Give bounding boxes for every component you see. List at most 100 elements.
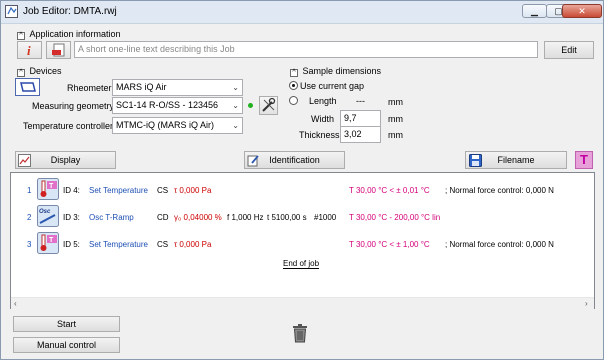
- devices-header[interactable]: ^ Devices: [17, 66, 62, 77]
- radio-dot: [292, 84, 295, 87]
- geometry-value: SC1-14 R-O/SS - 123456: [116, 100, 219, 110]
- device-parallelogram-icon: [20, 82, 36, 92]
- step-number: 3: [27, 240, 32, 249]
- step-name: Osc T-Ramp: [89, 213, 134, 222]
- svg-text:i: i: [27, 43, 31, 58]
- thickness-input[interactable]: 3,02: [340, 126, 381, 143]
- rheometer-label: Rheometer: [67, 83, 112, 93]
- job-editor-app-icon: [5, 5, 18, 18]
- scroll-right-icon[interactable]: ›: [585, 299, 588, 308]
- devices-title: Devices: [29, 66, 62, 76]
- step-time: t 5100,00 s: [267, 213, 307, 222]
- width-unit: mm: [388, 114, 403, 124]
- step-id: ID 5:: [63, 240, 80, 249]
- step-value: τ 0,000 Pa: [174, 186, 212, 195]
- step-value: γ₀ 0,04000 %: [174, 213, 222, 222]
- end-of-job-marker[interactable]: End of job: [283, 259, 320, 269]
- geometry-tool-button[interactable]: [259, 96, 278, 115]
- start-button[interactable]: Start: [13, 316, 120, 332]
- list-item[interactable]: 3 T ID 5: Set Temperature CS τ 0,000 Pa …: [11, 232, 594, 256]
- list-item[interactable]: 2 Osc ID 3: Osc T-Ramp CD γ₀ 0,04000 % f…: [11, 205, 594, 229]
- job-editor-window: Job Editor: DMTA.rwj ▁ ▢ ✕ ^ Application…: [0, 0, 604, 360]
- step-name: Set Temperature: [89, 186, 148, 195]
- step-mode: CD: [157, 213, 169, 222]
- display-label: Display: [50, 155, 81, 165]
- title-bar: Job Editor: DMTA.rwj ▁ ▢ ✕: [1, 1, 603, 24]
- identification-label: Identification: [269, 155, 320, 165]
- step-temperature: T 30,00 °C < ± 1,00 °C: [349, 240, 430, 249]
- display-button[interactable]: Display: [15, 151, 116, 169]
- collapse-icon[interactable]: ^: [290, 69, 298, 77]
- oscillation-step-icon: Osc: [37, 205, 59, 227]
- geometry-select[interactable]: SC1-14 R-O/SS - 123456 ⌄: [112, 97, 243, 114]
- step-temperature: T 30,00 °C < ± 0,01 °C: [349, 186, 430, 195]
- step-normal-force: ; Normal force control: 0,000 N: [445, 186, 554, 195]
- app-info-title: Application information: [29, 29, 121, 39]
- chevron-down-icon: ⌄: [232, 83, 239, 92]
- job-step-list[interactable]: 1 T ID 4: Set Temperature CS τ 0,000 Pa …: [10, 172, 595, 309]
- info-icon: i: [27, 43, 31, 58]
- close-button[interactable]: ✕: [562, 4, 602, 18]
- sample-header[interactable]: ^ Sample dimensions: [290, 66, 381, 77]
- edit-pencil-icon: [247, 155, 259, 167]
- step-normal-force: ; Normal force control: 0,000 N: [445, 240, 554, 249]
- description-input[interactable]: A short one-line text describing this Jo…: [74, 41, 538, 58]
- thickness-unit: mm: [388, 130, 403, 140]
- minimize-icon: ▁: [531, 5, 538, 16]
- step-temperature: T 30,00 °C - 200,00 °C lin: [349, 213, 441, 222]
- template-t-icon: T: [580, 152, 588, 167]
- collapse-icon[interactable]: ^: [17, 69, 25, 77]
- step-id: ID 4:: [63, 186, 80, 195]
- horizontal-scrollbar[interactable]: ‹ ›: [11, 297, 594, 309]
- tc-select[interactable]: MTMC-iQ (MARS iQ Air) ⌄: [112, 117, 243, 134]
- device-select-button[interactable]: [15, 78, 40, 96]
- filename-button[interactable]: Filename: [465, 151, 567, 169]
- pdf-document-icon: [52, 43, 65, 57]
- svg-text:T: T: [49, 237, 54, 244]
- list-item[interactable]: 1 T ID 4: Set Temperature CS τ 0,000 Pa …: [11, 178, 594, 202]
- step-mode: CS: [157, 186, 169, 195]
- pdf-button[interactable]: [46, 41, 71, 59]
- tc-value: MTMC-iQ (MARS iQ Air): [116, 120, 214, 130]
- step-mode: CS: [157, 240, 169, 249]
- save-disk-icon: [469, 154, 482, 167]
- thermometer-step-icon: T: [37, 178, 59, 200]
- chevron-down-icon: ⌄: [232, 121, 239, 130]
- filename-label: Filename: [497, 155, 535, 165]
- step-number: 2: [27, 213, 32, 222]
- chart-icon: [18, 154, 31, 167]
- step-value: τ 0,000 Pa: [174, 240, 212, 249]
- length-label: Length: [309, 96, 337, 106]
- minimize-button[interactable]: ▁: [522, 4, 547, 18]
- svg-text:Osc: Osc: [39, 209, 51, 215]
- step-frequency: f 1,000 Hz: [227, 213, 264, 222]
- collapse-icon[interactable]: ^: [17, 32, 25, 40]
- length-unit: mm: [388, 97, 403, 107]
- step-name: Set Temperature: [89, 240, 148, 249]
- thermometer-step-icon: T: [37, 232, 59, 254]
- chevron-down-icon: ⌄: [232, 101, 239, 110]
- tc-label: Temperature controller: [23, 121, 114, 131]
- window-title: Job Editor: DMTA.rwj: [23, 6, 117, 17]
- edit-button[interactable]: Edit: [544, 41, 594, 59]
- template-t-button[interactable]: T: [575, 151, 593, 169]
- scroll-left-icon[interactable]: ‹: [14, 299, 17, 308]
- use-gap-label: Use current gap: [300, 81, 365, 91]
- manual-control-button[interactable]: Manual control: [13, 337, 120, 353]
- length-value: ---: [356, 96, 365, 106]
- wrench-icon: [262, 97, 276, 112]
- sample-title: Sample dimensions: [302, 66, 382, 76]
- width-input[interactable]: 9,7: [340, 110, 381, 127]
- app-info-header[interactable]: ^ Application information: [17, 29, 121, 40]
- svg-text:T: T: [49, 183, 54, 190]
- step-id: ID 3:: [63, 213, 80, 222]
- close-icon: ✕: [578, 5, 586, 16]
- info-button[interactable]: i: [17, 41, 42, 59]
- identification-button[interactable]: Identification: [244, 151, 345, 169]
- trash-icon[interactable]: [292, 324, 308, 343]
- length-radio[interactable]: [289, 96, 298, 105]
- rheometer-select[interactable]: MARS iQ Air ⌄: [112, 79, 243, 96]
- status-indicator: [248, 103, 253, 108]
- rheometer-value: MARS iQ Air: [116, 82, 167, 92]
- use-gap-radio[interactable]: [289, 81, 298, 90]
